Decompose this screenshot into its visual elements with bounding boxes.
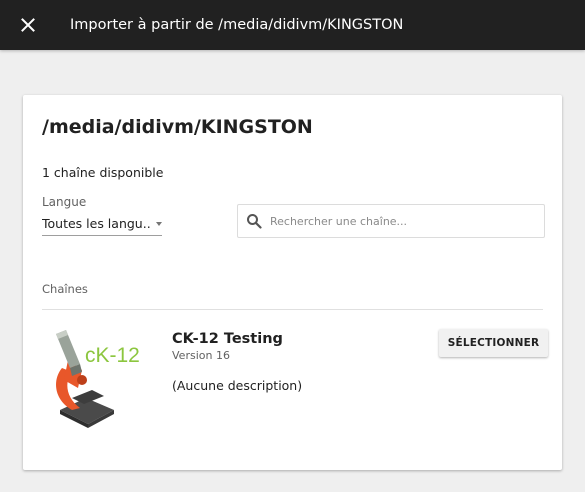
search-icon (247, 214, 262, 229)
language-label: Langue (42, 195, 87, 209)
language-select[interactable]: Toutes les langu... (42, 213, 162, 236)
channel-title: CK-12 Testing (172, 331, 283, 347)
search-input[interactable] (270, 205, 538, 237)
channel-description: (Aucune description) (172, 378, 303, 393)
divider (42, 309, 543, 310)
close-button[interactable] (14, 11, 42, 39)
ck12-logo: cK-12 (85, 344, 140, 367)
language-selected-value: Toutes les langu... (42, 216, 150, 231)
ck12-logo-text: cK-12 (85, 344, 140, 367)
dropdown-arrow-icon (156, 222, 162, 226)
page-title: Importer à partir de /media/didivm/KINGS… (70, 17, 404, 33)
drive-title: /media/didivm/KINGSTON (42, 116, 313, 138)
channel-count: 1 chaîne disponible (42, 165, 164, 180)
app-bar: Importer à partir de /media/didivm/KINGS… (0, 0, 585, 50)
channels-section-label: Chaînes (42, 282, 88, 296)
select-button[interactable]: SÉLECTIONNER (439, 329, 548, 357)
channel-version: Version 16 (172, 349, 230, 362)
import-card: /media/didivm/KINGSTON 1 chaîne disponib… (23, 95, 562, 470)
search-box[interactable] (237, 204, 545, 238)
close-icon (21, 18, 35, 32)
